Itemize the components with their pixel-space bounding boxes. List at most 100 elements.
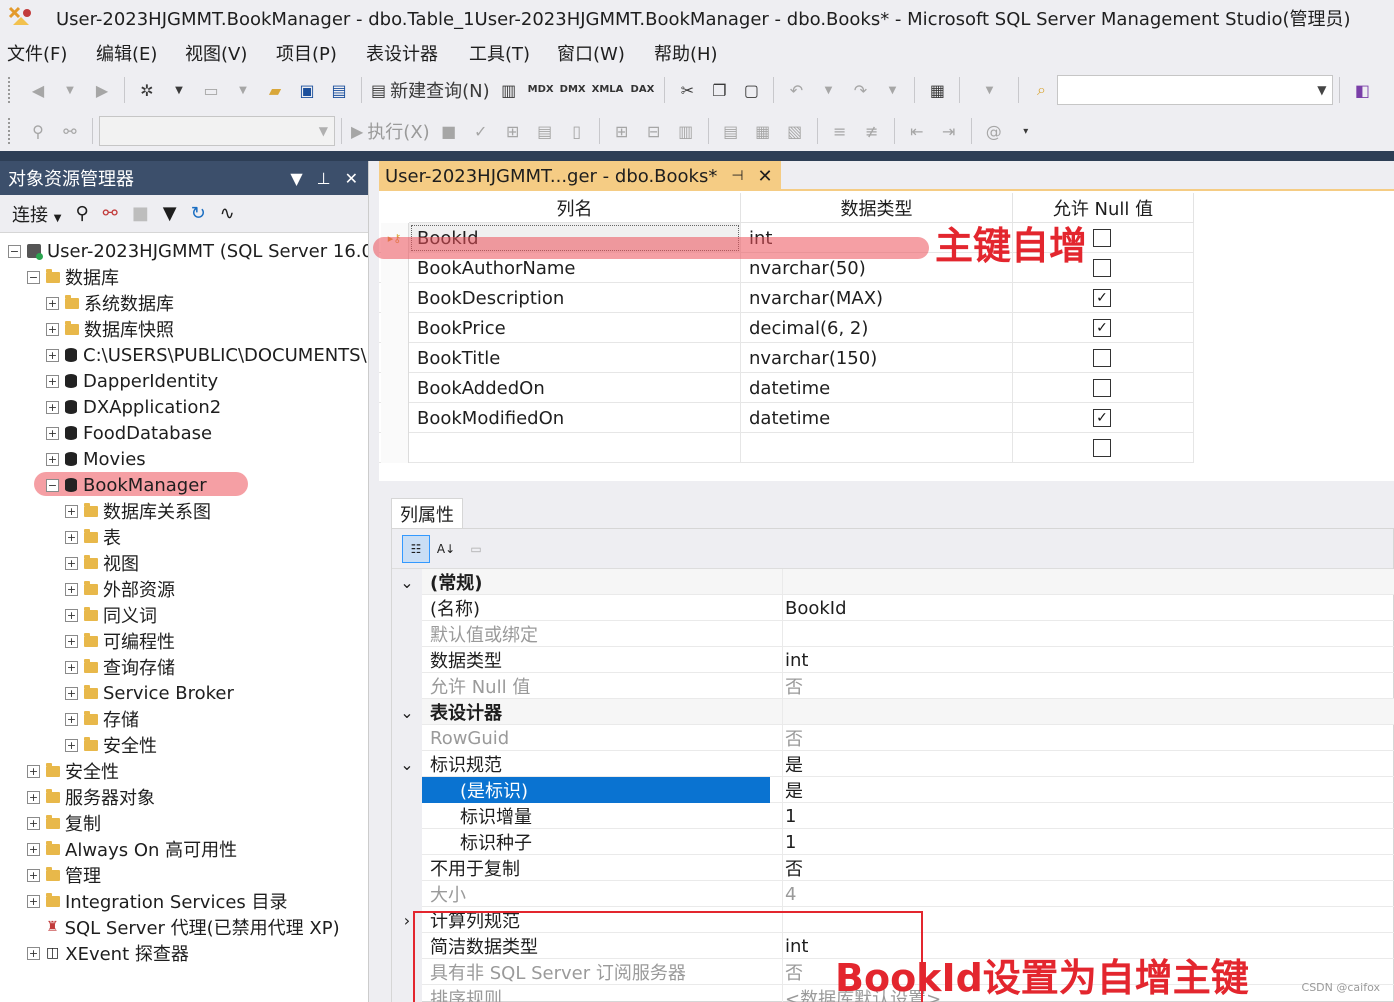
cut-icon[interactable]: ✂ xyxy=(674,75,700,105)
xmla-query-button[interactable]: XMLA xyxy=(592,75,624,105)
expand-icon[interactable]: + xyxy=(65,712,78,726)
forward-icon[interactable]: ▶ xyxy=(89,75,115,105)
expand-icon[interactable]: + xyxy=(27,764,40,778)
row-selector[interactable] xyxy=(381,343,409,373)
document-tab-books[interactable]: User-2023HJGMMT...ger - dbo.Books* ⊣ ✕ xyxy=(379,161,781,191)
tree-node-always-on[interactable]: + Always On 高可用性 xyxy=(27,836,237,862)
expand-icon[interactable]: + xyxy=(27,842,40,856)
column-name-cell[interactable]: BookDescription xyxy=(409,283,741,313)
tree-node-foodapp-mdf[interactable]: + C:\USERS\PUBLIC\DOCUMENTS\FOODAPP.MDF xyxy=(46,342,368,368)
property-row[interactable]: 数据类型 int xyxy=(392,647,1394,673)
menu-table-designer[interactable]: 表设计器 xyxy=(365,40,468,66)
close-icon[interactable]: ✕ xyxy=(345,169,358,188)
expand-icon[interactable]: + xyxy=(27,946,40,960)
property-value[interactable] xyxy=(782,569,785,595)
tree-node-database-snapshots[interactable]: + 数据库快照 xyxy=(46,316,174,342)
property-value[interactable]: 是 xyxy=(782,777,803,803)
tree-node-server-objects[interactable]: + 服务器对象 xyxy=(27,784,155,810)
expand-icon[interactable]: + xyxy=(46,322,59,336)
tree-node-tables[interactable]: + 表 xyxy=(65,524,121,550)
connect-icon[interactable]: ⚲ xyxy=(25,116,51,146)
property-value[interactable]: 否 xyxy=(782,855,803,881)
query-options-icon[interactable]: ▤ xyxy=(532,116,558,146)
live-stats-icon[interactable]: ⊟ xyxy=(641,116,667,146)
expand-icon[interactable]: + xyxy=(46,296,59,310)
solution-config-dropdown[interactable]: ▼ xyxy=(969,75,1009,105)
mdx-query-button[interactable]: MDX xyxy=(528,75,554,105)
expand-icon[interactable]: + xyxy=(65,530,78,544)
property-row[interactable]: 允许 Null 值 否 xyxy=(392,673,1394,699)
visual-studio-icon[interactable]: ◧ xyxy=(1349,75,1375,105)
tree-node-external-resources[interactable]: + 外部资源 xyxy=(65,576,175,602)
dropdown-arrow-icon[interactable]: ▼ xyxy=(879,75,905,105)
open-folder-icon[interactable]: ▰ xyxy=(262,75,288,105)
specify-template-values-icon[interactable]: @ xyxy=(981,116,1007,146)
find-in-files-icon[interactable]: ⌕ xyxy=(1028,75,1054,105)
expand-icon[interactable]: + xyxy=(65,738,78,752)
column-name-cell[interactable]: BookTitle xyxy=(409,343,741,373)
toolbar-grip[interactable] xyxy=(8,118,14,144)
available-databases-combo[interactable]: ▼ xyxy=(99,116,335,146)
column-name-cell[interactable]: BookModifiedOn xyxy=(409,403,741,433)
property-value[interactable]: BookId xyxy=(782,595,847,621)
connect-plug-icon[interactable]: ⚲ xyxy=(75,203,88,224)
designer-row[interactable]: BookAddedOn datetime xyxy=(379,373,1194,403)
property-row[interactable]: RowGuid 否 xyxy=(392,725,1394,751)
property-value[interactable]: 1 xyxy=(782,803,796,829)
row-selector[interactable] xyxy=(381,403,409,433)
designer-row[interactable]: BookModifiedOn datetime ✓ xyxy=(379,403,1194,433)
include-plan-icon[interactable]: ⊞ xyxy=(609,116,635,146)
data-type-cell[interactable]: nvarchar(150) xyxy=(741,343,1013,373)
allow-null-checkbox[interactable] xyxy=(1093,349,1111,367)
dropdown-arrow-icon[interactable]: ▼ xyxy=(815,75,841,105)
collapse-icon[interactable]: − xyxy=(8,244,21,258)
expand-icon[interactable]: + xyxy=(27,868,40,882)
column-name-cell[interactable]: BookAddedOn xyxy=(409,373,741,403)
tree-node-databases[interactable]: − 数据库 xyxy=(27,264,119,290)
panel-menu-icon[interactable]: ▼ xyxy=(290,169,302,188)
property-row[interactable]: 不用于复制 否 xyxy=(392,855,1394,881)
tree-node-db-diagrams[interactable]: + 数据库关系图 xyxy=(65,498,211,524)
toolbar-overflow-icon[interactable]: ▾ xyxy=(1013,116,1039,146)
designer-row[interactable]: BookTitle nvarchar(150) xyxy=(379,343,1194,373)
dmx-query-button[interactable]: DMX xyxy=(560,75,586,105)
paste-icon[interactable]: ▢ xyxy=(738,75,764,105)
property-row[interactable]: ⌄ (常规) xyxy=(392,569,1394,595)
data-type-cell[interactable]: decimal(6, 2) xyxy=(741,313,1013,343)
expand-icon[interactable]: + xyxy=(46,426,59,440)
expand-icon[interactable]: + xyxy=(46,374,59,388)
property-row[interactable]: ⌄ 标识规范 是 xyxy=(392,751,1394,777)
row-selector[interactable] xyxy=(381,373,409,403)
menu-window[interactable]: 窗口(W) xyxy=(556,40,653,66)
allow-null-checkbox[interactable] xyxy=(1093,379,1111,397)
tree-node-integration-services[interactable]: + Integration Services 目录 xyxy=(27,888,288,914)
activity-monitor-icon[interactable]: ▦ xyxy=(924,75,950,105)
connect-dropdown[interactable]: 连接 ▼ xyxy=(12,201,61,227)
tree-node-movies[interactable]: + Movies xyxy=(46,446,146,472)
row-selector[interactable] xyxy=(381,283,409,313)
parse-icon[interactable]: ✓ xyxy=(468,116,494,146)
tree-node-programmability[interactable]: + 可编程性 xyxy=(65,628,175,654)
menu-project[interactable]: 项目(P) xyxy=(275,40,365,66)
tree-node-system-databases[interactable]: + 系统数据库 xyxy=(46,290,174,316)
save-icon[interactable]: ▣ xyxy=(294,75,320,105)
tree-node-db-security[interactable]: + 安全性 xyxy=(65,732,157,758)
save-all-icon[interactable]: ▤ xyxy=(326,75,352,105)
column-name-cell[interactable]: BookPrice xyxy=(409,313,741,343)
filter-icon[interactable]: ▼ xyxy=(163,203,177,224)
designer-row[interactable] xyxy=(379,433,1194,463)
row-selector[interactable] xyxy=(381,433,409,463)
collapse-icon[interactable]: − xyxy=(27,270,40,284)
designer-row[interactable]: BookPrice decimal(6, 2) ✓ xyxy=(379,313,1194,343)
copy-icon[interactable]: ❐ xyxy=(706,75,732,105)
allow-null-checkbox[interactable]: ✓ xyxy=(1093,409,1111,427)
tree-node-views[interactable]: + 视图 xyxy=(65,550,139,576)
data-type-cell[interactable]: datetime xyxy=(741,373,1013,403)
property-value[interactable]: 否 xyxy=(782,673,803,699)
close-icon[interactable]: ✕ xyxy=(758,166,773,187)
property-row[interactable]: (名称) BookId xyxy=(392,595,1394,621)
results-file-icon[interactable]: ▧ xyxy=(782,116,808,146)
results-grid-icon[interactable]: ▦ xyxy=(750,116,776,146)
expand-icon[interactable]: + xyxy=(65,634,78,648)
intellisense-icon[interactable]: ▯ xyxy=(564,116,590,146)
